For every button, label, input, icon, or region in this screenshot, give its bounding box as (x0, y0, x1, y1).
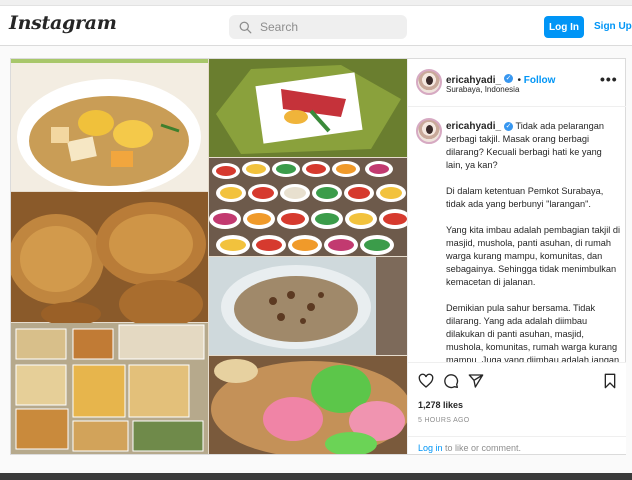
login-button[interactable]: Log In (544, 16, 584, 38)
caption-paragraph: Yang kita imbau adalah pembagian takjil … (446, 225, 620, 287)
share-icon[interactable] (468, 373, 484, 389)
top-navbar: Instagram Log In Sign Up (0, 6, 632, 46)
likes-count[interactable]: 1,278 likes (418, 400, 463, 410)
caption-first-paragraph: ericahyadi_ ✓ Tidak ada pelarangan berbag… (446, 120, 620, 172)
post-header: ericahyadi_ ✓ • Follow Surabaya, Indonesi… (408, 59, 626, 107)
search-input[interactable] (260, 20, 400, 34)
follow-button[interactable]: Follow (524, 75, 556, 86)
post-sidebar: ericahyadi_ ✓ • Follow Surabaya, Indonesi… (407, 59, 626, 454)
verified-icon: ✓ (504, 122, 514, 132)
caption-username[interactable]: ericahyadi_ (446, 121, 501, 132)
post-card: ericahyadi_ ✓ • Follow Surabaya, Indonesi… (10, 58, 626, 455)
caption-avatar[interactable] (416, 118, 442, 144)
login-to-comment: Log in to like or comment. (408, 436, 626, 459)
avatar[interactable] (416, 69, 442, 95)
caption-paragraph: Di dalam ketentuan Pemkot Surabaya, tida… (446, 186, 604, 209)
post-image[interactable] (11, 59, 407, 454)
more-icon[interactable]: ••• (600, 71, 618, 87)
search-icon (239, 21, 252, 33)
caption-text: ericahyadi_ ✓ Tidak ada pelarangan berbag… (446, 120, 620, 393)
location-link[interactable]: Surabaya, Indonesia (446, 85, 519, 94)
login-link[interactable]: Log in (418, 443, 443, 453)
search-bar[interactable] (229, 15, 407, 39)
instagram-logo[interactable]: Instagram (9, 12, 117, 34)
comment-icon[interactable] (443, 373, 459, 389)
heart-icon[interactable] (418, 373, 434, 389)
post-timestamp[interactable]: 5 HOURS AGO (418, 417, 470, 424)
bottom-bar (0, 473, 632, 480)
bookmark-icon[interactable] (602, 373, 618, 389)
signup-link[interactable]: Sign Up (594, 21, 632, 32)
verified-icon: ✓ (504, 74, 514, 84)
actions-bar: 1,278 likes 5 HOURS AGO Log in to like o… (408, 362, 626, 454)
login-prompt-text: to like or comment. (442, 443, 522, 453)
food-collage-image (11, 59, 407, 454)
